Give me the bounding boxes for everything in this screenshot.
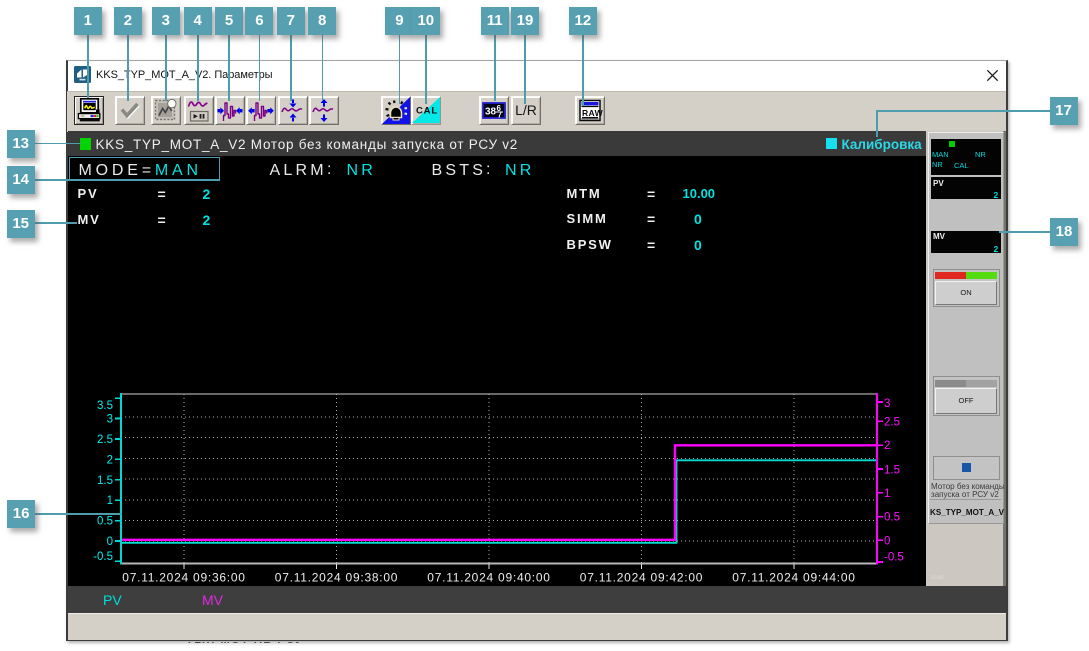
svg-text:2: 2: [884, 440, 890, 452]
svg-text:2: 2: [107, 454, 113, 466]
svg-text:-0.5: -0.5: [884, 552, 904, 564]
svg-text:38: 38: [485, 107, 497, 118]
svg-text:0.5: 0.5: [884, 512, 900, 524]
svg-text:3.5: 3.5: [97, 400, 113, 412]
svg-text:3: 3: [107, 414, 113, 426]
svg-text:07.11.2024 09:40:00: 07.11.2024 09:40:00: [427, 571, 550, 585]
svg-text:3: 3: [884, 398, 890, 410]
svg-text:-0.5: -0.5: [93, 551, 113, 563]
svg-text:1: 1: [107, 495, 113, 507]
svg-text:07.11.2024 09:36:00: 07.11.2024 09:36:00: [122, 571, 245, 585]
svg-text:07.11.2024 09:38:00: 07.11.2024 09:38:00: [275, 571, 398, 585]
svg-text:1: 1: [884, 488, 890, 500]
svg-text:0: 0: [884, 535, 890, 547]
svg-text:1.5: 1.5: [884, 465, 900, 477]
svg-text:0.5: 0.5: [97, 516, 113, 528]
svg-text:RAW: RAW: [582, 108, 604, 118]
svg-text:1.5: 1.5: [97, 475, 113, 487]
svg-text:2.5: 2.5: [97, 434, 113, 446]
svg-text:CAL: CAL: [416, 106, 438, 117]
svg-text:07.11.2024 09:42:00: 07.11.2024 09:42:00: [580, 571, 703, 585]
svg-text:07.11.2024 09:44:00: 07.11.2024 09:44:00: [732, 571, 855, 585]
svg-text:2.5: 2.5: [884, 416, 900, 428]
svg-text:0: 0: [107, 536, 113, 548]
